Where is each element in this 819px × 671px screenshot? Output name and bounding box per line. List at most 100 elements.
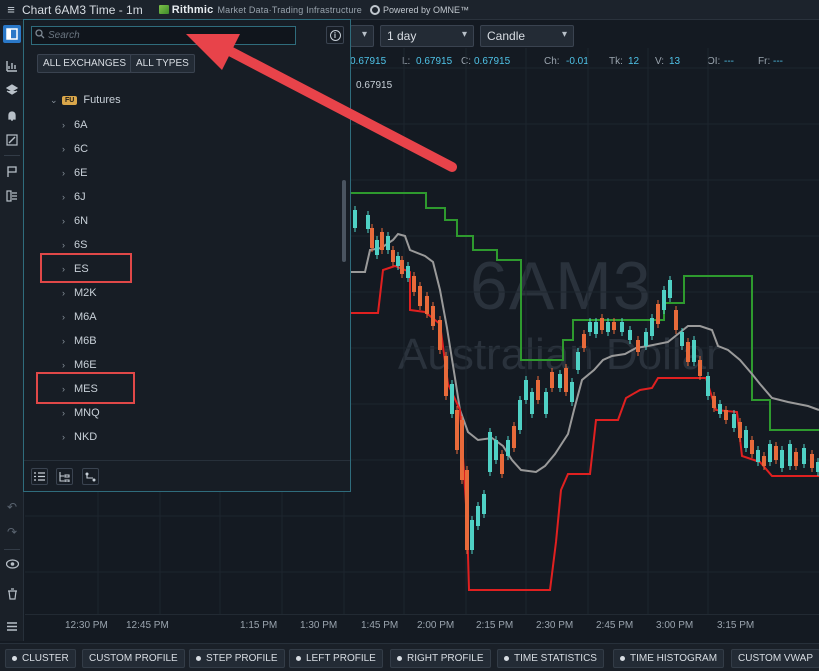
candle-body xyxy=(718,404,722,414)
tree-view-icon[interactable] xyxy=(56,468,73,485)
chevron-down-icon: ⌄ xyxy=(50,94,58,105)
list-icon[interactable] xyxy=(3,617,21,635)
chart-icon[interactable] xyxy=(3,57,21,75)
candle-body xyxy=(756,450,760,462)
tree-group-futures[interactable]: ⌄ FU Futures xyxy=(50,94,121,106)
candle-body xyxy=(412,276,416,292)
candle-body xyxy=(418,286,422,306)
panel-scrollbar[interactable] xyxy=(342,180,346,262)
candle-body xyxy=(620,322,624,332)
candle-body xyxy=(536,380,540,400)
time-histogram-button[interactable]: TIME HISTOGRAM xyxy=(613,649,725,668)
candle-body xyxy=(530,392,534,414)
info-icon: i xyxy=(329,29,341,41)
time-axis[interactable]: 12:30 PM 12:45 PM 1:15 PM 1:30 PM 1:45 P… xyxy=(25,614,819,640)
candle-body xyxy=(460,420,464,480)
candle-body xyxy=(444,356,448,396)
candle-body xyxy=(370,228,374,248)
tree-item[interactable]: › 6S xyxy=(62,239,87,251)
cluster-button[interactable]: CLUSTER xyxy=(5,649,76,668)
all-types-filter[interactable]: ALL TYPES xyxy=(130,54,195,73)
tree-item[interactable]: › M6B xyxy=(62,335,97,347)
chart-type-dropdown[interactable]: Candle ▾ xyxy=(480,25,574,47)
candle-body xyxy=(692,340,696,362)
tree-item[interactable]: › 6A xyxy=(62,119,87,131)
tree-item[interactable]: › M6E xyxy=(62,359,97,371)
flag-icon[interactable] xyxy=(3,163,21,181)
candle-body xyxy=(476,506,480,526)
order-book-icon[interactable] xyxy=(3,187,21,205)
drawing-tool-icon[interactable] xyxy=(3,131,21,149)
left-profile-button[interactable]: LEFT PROFILE xyxy=(289,649,383,668)
tree-item[interactable]: › MNQ xyxy=(62,407,100,419)
time-statistics-button[interactable]: TIME STATISTICS xyxy=(497,649,604,668)
step-profile-button[interactable]: STEP PROFILE xyxy=(189,649,285,668)
candle-body xyxy=(518,400,522,430)
candle-body xyxy=(600,318,604,330)
period-dropdown[interactable]: 1 day ▾ xyxy=(380,25,474,47)
eye-icon[interactable] xyxy=(3,555,21,573)
right-profile-button[interactable]: RIGHT PROFILE xyxy=(390,649,491,668)
dot-icon xyxy=(397,656,402,661)
study-bar: CLUSTER CUSTOM PROFILE STEP PROFILE LEFT… xyxy=(0,643,819,671)
info-button[interactable]: i xyxy=(326,26,344,44)
menu-icon[interactable]: ≡ xyxy=(2,2,20,17)
tree-item[interactable]: › 6J xyxy=(62,191,86,203)
time-histogram-label: TIME HISTOGRAM xyxy=(630,653,718,664)
prev-dropdown[interactable]: ▾ xyxy=(350,25,374,47)
item-label: M2K xyxy=(74,287,97,299)
tree-item[interactable]: › M6A xyxy=(62,311,97,323)
cluster-label: CLUSTER xyxy=(22,653,69,664)
x-tick: 1:45 PM xyxy=(361,620,399,631)
rithmic-name: Rithmic xyxy=(171,3,214,16)
chevron-right-icon: › xyxy=(62,120,65,130)
candle-body xyxy=(656,304,660,324)
candle-body xyxy=(762,456,766,466)
tree-item[interactable]: › M2K xyxy=(62,287,97,299)
symbol-panel-toggle-icon[interactable] xyxy=(3,25,21,43)
tree-item[interactable]: › NKD xyxy=(62,431,97,443)
custom-profile-button[interactable]: CUSTOM PROFILE xyxy=(82,649,185,668)
rithmic-tagline: Market Data·Trading Infrastructure xyxy=(217,4,362,15)
candle-body xyxy=(628,330,632,340)
undo-icon[interactable]: ↶ xyxy=(3,498,21,516)
search-box[interactable] xyxy=(31,26,296,45)
candle-body xyxy=(594,322,598,334)
redo-icon[interactable]: ↷ xyxy=(3,523,21,541)
candle-body xyxy=(431,306,435,326)
candle-body xyxy=(506,440,510,456)
highlight-mes xyxy=(36,372,135,404)
candle-body xyxy=(396,256,400,266)
rithmic-brand: Rithmic Market Data·Trading Infrastructu… xyxy=(158,3,362,16)
connection-view-icon[interactable] xyxy=(82,468,99,485)
trash-icon[interactable] xyxy=(3,585,21,603)
candle-body xyxy=(386,236,390,250)
item-label: M6A xyxy=(74,311,97,323)
chevron-down-icon: ▾ xyxy=(561,29,567,40)
chevron-right-icon: › xyxy=(62,144,65,154)
custom-vwap-button[interactable]: CUSTOM VWAP xyxy=(731,649,819,668)
candle-body xyxy=(524,380,528,400)
layers-icon[interactable] xyxy=(3,81,21,99)
tree-item[interactable]: › 6C xyxy=(62,143,88,155)
item-label: 6A xyxy=(74,119,88,131)
candle-body xyxy=(636,340,640,352)
item-label: M6E xyxy=(74,359,97,371)
chevron-right-icon: › xyxy=(62,360,65,370)
tree-item[interactable]: › 6N xyxy=(62,215,88,227)
chart-type-value: Candle xyxy=(487,29,526,43)
candle-body xyxy=(375,240,379,255)
tree-item[interactable]: › 6E xyxy=(62,167,87,179)
candle-body xyxy=(750,440,754,454)
search-input[interactable] xyxy=(48,30,288,41)
candle-body xyxy=(425,296,429,314)
omne-text: Powered by OMNE™ xyxy=(382,4,470,15)
x-tick: 2:00 PM xyxy=(417,620,455,631)
lower-channel-line xyxy=(351,264,819,591)
x-tick: 12:45 PM xyxy=(126,620,169,631)
x-tick: 2:15 PM xyxy=(476,620,514,631)
list-view-icon[interactable] xyxy=(31,468,48,485)
all-exchanges-filter[interactable]: ALL EXCHANGES xyxy=(37,54,132,73)
bell-icon[interactable] xyxy=(3,107,21,125)
chevron-right-icon: › xyxy=(62,432,65,442)
